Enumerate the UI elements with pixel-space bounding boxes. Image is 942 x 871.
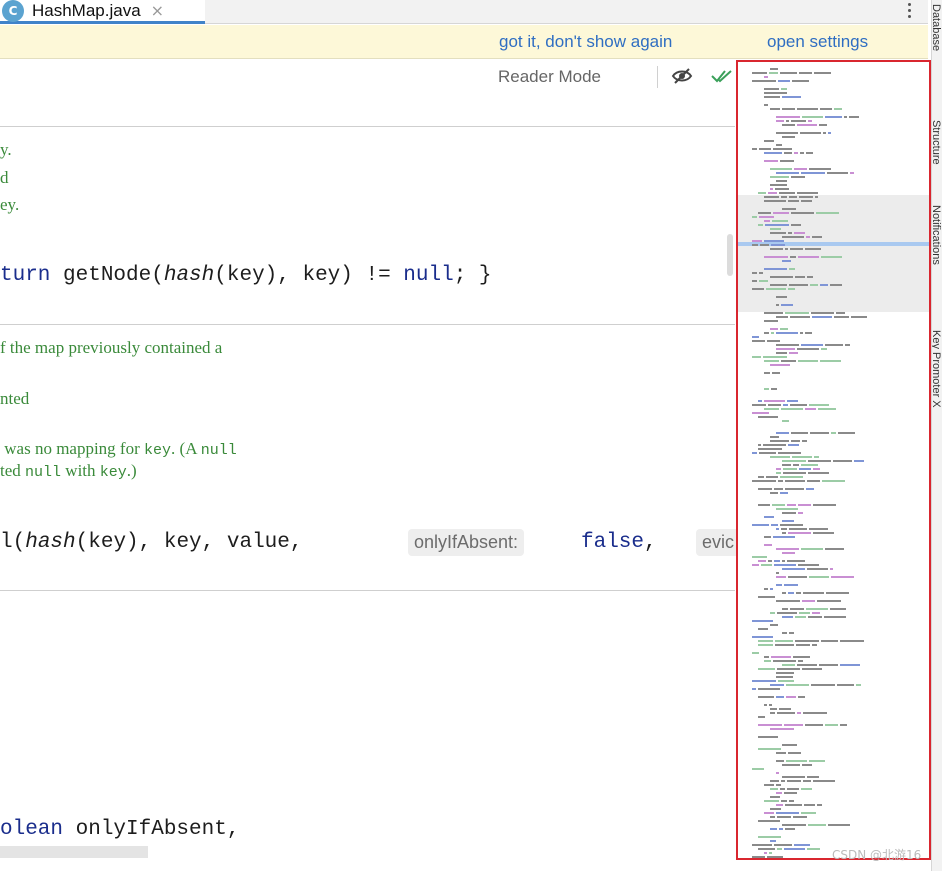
doc-separator: [0, 126, 735, 127]
doc-text: ey.: [0, 195, 20, 214]
notification-banner: got it, don't show again open settings: [0, 25, 928, 59]
doc-text: y.: [0, 140, 12, 159]
editor-scroll-marker[interactable]: [727, 234, 733, 276]
doc-text: was no mapping for key. (A null: [0, 439, 237, 459]
code-line[interactable]: false,: [581, 531, 657, 554]
reader-mode-toggle[interactable]: Reader Mode: [498, 67, 601, 87]
doc-text: d: [0, 168, 9, 187]
sidebar-tab-structure[interactable]: Structure: [932, 120, 942, 165]
sidebar-tab-key-promoter[interactable]: Key Promoter X: [932, 330, 942, 408]
eye-slash-icon[interactable]: [671, 67, 693, 85]
horizontal-scrollbar[interactable]: [0, 846, 148, 858]
sidebar-tab-database[interactable]: Database: [932, 4, 942, 51]
close-icon[interactable]: ×: [151, 1, 164, 20]
tab-hashmap-java[interactable]: C HashMap.java ×: [0, 0, 205, 24]
toolbar-divider: [657, 66, 658, 88]
code-minimap[interactable]: [736, 60, 931, 860]
param-hint: onlyIfAbsent:: [408, 529, 525, 556]
open-settings-link[interactable]: open settings: [767, 32, 868, 52]
got-it-link[interactable]: got it, don't show again: [499, 32, 672, 52]
double-check-icon[interactable]: [710, 67, 734, 85]
code-line[interactable]: olean onlyIfAbsent,: [0, 818, 239, 841]
doc-separator: [0, 324, 735, 325]
doc-text: ted null with key.): [0, 461, 137, 481]
sidebar-tab-notifications[interactable]: Notifications: [932, 205, 942, 265]
doc-text: f the map previously contained a: [0, 338, 223, 357]
watermark: CSDN @北游16: [832, 848, 922, 862]
doc-text: nted: [0, 389, 30, 408]
minimap-canvas: [738, 68, 929, 858]
right-tool-strip: Database Structure Notifications Key Pro…: [931, 0, 942, 871]
param-hint: evic: [696, 529, 736, 556]
doc-separator: [0, 590, 735, 591]
tab-label: HashMap.java: [32, 0, 141, 20]
java-class-icon: C: [2, 0, 24, 22]
code-line[interactable]: l(hash(key), key, value,: [0, 531, 302, 554]
editor-tab-bar: C HashMap.java ×: [0, 0, 928, 24]
more-vertical-icon[interactable]: [902, 0, 916, 20]
code-line[interactable]: turn getNode(hash(key), key) != null; }: [0, 264, 492, 287]
